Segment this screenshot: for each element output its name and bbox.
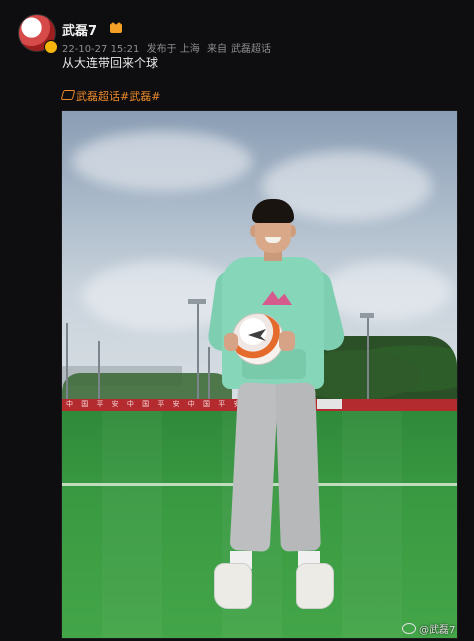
football bbox=[232, 313, 284, 365]
cloud bbox=[72, 131, 252, 191]
post-text: 从大连带回来个球 bbox=[62, 56, 159, 70]
post-source[interactable]: 武磊超话 bbox=[231, 44, 271, 55]
post-source-prefix: 来自 bbox=[206, 44, 227, 55]
player-hand bbox=[224, 333, 238, 351]
floodlight-pole bbox=[367, 316, 369, 401]
vip-crown-icon bbox=[110, 22, 122, 33]
weibo-post: 武磊7 22-10-27 15:21 发布于 上海 来自 武磊超话 从大连带回来个… bbox=[0, 0, 474, 641]
player-shoe bbox=[296, 563, 334, 609]
verified-badge-icon bbox=[44, 40, 58, 54]
hoarding-text: 中 国 平 安 中 国 平 安 中 国 平 安 bbox=[66, 400, 244, 408]
floodlight-pole bbox=[98, 341, 100, 401]
floodlight-pole bbox=[197, 301, 199, 401]
post-image[interactable]: 中 国 平 安 中 国 平 安 中 国 平 安 @武磊7 bbox=[61, 110, 458, 639]
post-meta: 22-10-27 15:21 发布于 上海 来自 武磊超话 bbox=[62, 40, 275, 55]
floodlight-lamp bbox=[188, 299, 206, 304]
supertopic-icon bbox=[60, 90, 76, 100]
post-header: 武磊7 22-10-27 15:21 发布于 上海 来自 武磊超话 bbox=[18, 14, 458, 55]
watermark-text: @武磊7 bbox=[419, 625, 456, 636]
floodlight-pole bbox=[208, 347, 210, 401]
pitch-stripe bbox=[102, 411, 162, 638]
pitch-stripe bbox=[342, 411, 402, 638]
username[interactable]: 武磊7 bbox=[62, 20, 97, 39]
player-shoe bbox=[214, 563, 252, 609]
player-hair bbox=[252, 199, 294, 223]
hoarding-panel bbox=[317, 399, 342, 409]
topic-link-label[interactable]: 武磊超话#武磊# bbox=[76, 90, 160, 103]
image-watermark: @武磊7 bbox=[402, 621, 455, 636]
weibo-logo-icon bbox=[402, 623, 416, 634]
trees-left bbox=[62, 373, 232, 401]
player-hand bbox=[279, 331, 295, 351]
floodlight-pole bbox=[66, 323, 68, 401]
cloud bbox=[322, 261, 452, 321]
floodlight-lamp bbox=[360, 313, 374, 318]
player-pants-right bbox=[275, 382, 321, 552]
topic-link[interactable]: 武磊超话#武磊# bbox=[60, 88, 160, 104]
